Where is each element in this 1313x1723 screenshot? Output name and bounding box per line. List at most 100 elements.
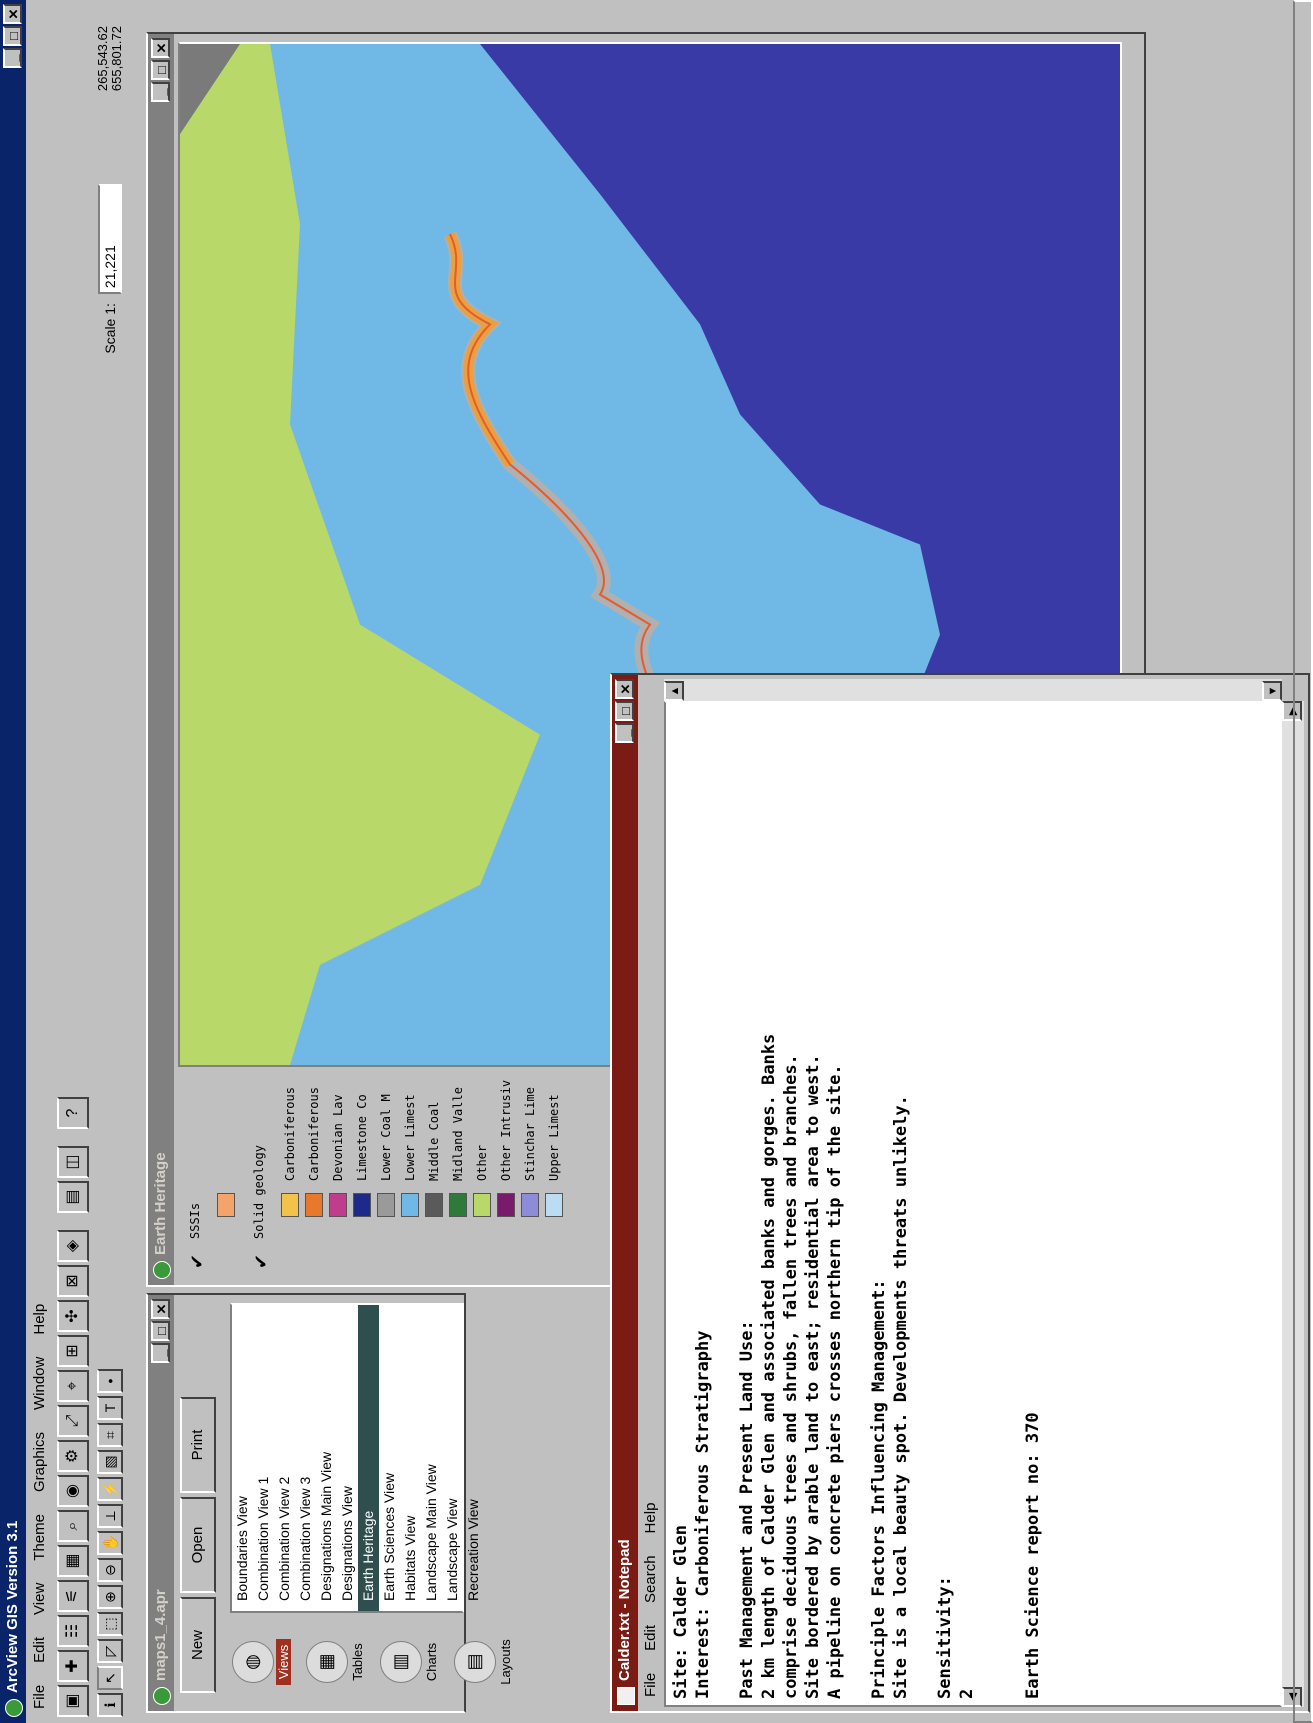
notepad-restore-button[interactable]: □ xyxy=(615,701,634,721)
text-line: comprise deciduous trees and shrubs, fal… xyxy=(781,1054,801,1699)
notepad-text-area[interactable]: Site: Calder Glen Interest: Carboniferous… xyxy=(664,701,1282,1707)
theme-visibility-checkbox[interactable]: ✔ xyxy=(251,1251,271,1269)
new-button[interactable]: New xyxy=(180,1597,216,1693)
list-item[interactable]: Earth Sciences View xyxy=(379,1305,400,1611)
zoom-out-fixed-icon[interactable]: ⊠ xyxy=(57,1265,89,1297)
legend-item: Stinchar Lime xyxy=(518,1071,542,1279)
edit-legend-icon[interactable]: ⚟ xyxy=(57,1580,89,1612)
project-restore-button[interactable]: □ xyxy=(151,1321,170,1341)
measure-icon[interactable]: ⟂ xyxy=(97,1504,123,1528)
vertex-edit-icon[interactable]: ◸ xyxy=(97,1639,123,1663)
notepad-menu-file[interactable]: File xyxy=(639,1673,663,1697)
zoom-to-extent-icon[interactable]: ⤢ xyxy=(57,1405,89,1437)
doc-type-views[interactable]: ◍ Views xyxy=(232,1619,302,1705)
open-button[interactable]: Open xyxy=(180,1497,216,1593)
find-icon[interactable]: ⌕ xyxy=(57,1510,89,1542)
area-of-interest-icon[interactable]: ▧ xyxy=(97,1450,123,1474)
list-item[interactable]: Landscape Main View xyxy=(421,1305,442,1611)
project-minimize-button[interactable]: _ xyxy=(151,1343,170,1363)
app-menubar: File Edit View Theme Graphics Window Hel… xyxy=(28,0,52,1723)
notepad-menu-edit[interactable]: Edit xyxy=(639,1625,663,1651)
theme-sssis[interactable]: ✔ SSSIs xyxy=(184,1071,214,1279)
menu-graphics[interactable]: Graphics xyxy=(28,1432,52,1492)
app-title: ArcView GIS Version 3.1 xyxy=(4,1520,21,1693)
select-by-theme-icon[interactable]: ▤ xyxy=(57,1181,89,1213)
menu-file[interactable]: File xyxy=(28,1685,52,1709)
doc-type-charts[interactable]: ▥ Charts xyxy=(380,1619,450,1705)
list-item[interactable]: Combination View 3 xyxy=(295,1305,316,1611)
pan-icon[interactable]: ✋ xyxy=(97,1531,123,1555)
text-line: Past Management and Present Land Use: xyxy=(737,1320,757,1699)
list-item[interactable]: Designations Main View xyxy=(316,1305,337,1611)
app-titlebar: ArcView GIS Version 3.1 _ □ ✕ xyxy=(0,0,26,1723)
zoom-to-selected-icon[interactable]: ⊞ xyxy=(57,1335,89,1367)
legend-item: Upper Limest xyxy=(542,1071,566,1279)
view-minimize-button[interactable]: _ xyxy=(151,82,170,102)
list-item-selected[interactable]: Earth Heritage xyxy=(358,1305,379,1611)
menu-window[interactable]: Window xyxy=(28,1357,52,1410)
add-theme-icon[interactable]: ✚ xyxy=(57,1650,89,1682)
hotlink-icon[interactable]: ⚡ xyxy=(97,1477,123,1501)
list-item[interactable]: Landscape View xyxy=(442,1305,463,1611)
view-globe-icon xyxy=(153,1261,171,1279)
notepad-close-button[interactable]: ✕ xyxy=(615,679,634,699)
identify-icon[interactable]: ℹ xyxy=(97,1693,123,1717)
text-line: A pipeline on concrete piers crosses nor… xyxy=(825,1064,845,1699)
label-icon[interactable]: ⌗ xyxy=(97,1423,123,1447)
list-item[interactable]: Habitats View xyxy=(400,1305,421,1611)
layout-icon[interactable]: ◫ xyxy=(57,1146,89,1178)
legend-label: Middle Coal xyxy=(427,1101,441,1181)
draw-tool-icon[interactable]: • xyxy=(97,1369,123,1393)
menu-help[interactable]: Help xyxy=(28,1304,52,1335)
legend-label: Lower Coal M xyxy=(379,1094,393,1181)
legend-swatch xyxy=(449,1193,467,1217)
legend-swatch xyxy=(281,1193,299,1217)
view-restore-button[interactable]: □ xyxy=(151,60,170,80)
text-line: Site is a local beauty spot. Development… xyxy=(891,1095,911,1699)
app-caption-buttons: _ □ ✕ xyxy=(3,4,22,68)
open-table-icon[interactable]: ▦ xyxy=(57,1545,89,1577)
pointer-icon[interactable]: ↖ xyxy=(97,1666,123,1690)
project-close-button[interactable]: ✕ xyxy=(151,1299,170,1319)
doc-type-layouts[interactable]: ▤ Layouts xyxy=(454,1619,524,1705)
doc-type-tables[interactable]: ▦ Tables xyxy=(306,1619,376,1705)
list-item[interactable]: Boundaries View xyxy=(232,1305,253,1611)
zoom-out-icon[interactable]: ⊖ xyxy=(97,1558,123,1582)
list-item[interactable]: Combination View 2 xyxy=(274,1305,295,1611)
query-builder-icon[interactable]: ⚙ xyxy=(57,1440,89,1472)
zoom-in-fixed-icon[interactable]: ✣ xyxy=(57,1300,89,1332)
zoom-previous-icon[interactable]: ◈ xyxy=(57,1230,89,1262)
list-item[interactable]: Combination View 1 xyxy=(253,1305,274,1611)
menu-view[interactable]: View xyxy=(28,1583,52,1615)
list-item[interactable]: Recreation View xyxy=(463,1305,484,1611)
restore-button[interactable]: □ xyxy=(3,26,22,46)
locate-icon[interactable]: ◉ xyxy=(57,1475,89,1507)
save-project-icon[interactable]: ▣ xyxy=(57,1685,89,1717)
view-close-button[interactable]: ✕ xyxy=(151,38,170,58)
notepad-minimize-button[interactable]: _ xyxy=(615,723,634,743)
theme-visibility-checkbox[interactable]: ✔ xyxy=(187,1251,207,1269)
zoom-in-icon[interactable]: ⊕ xyxy=(97,1585,123,1609)
notepad-menu-search[interactable]: Search xyxy=(639,1555,663,1603)
theme-properties-icon[interactable]: ☷ xyxy=(57,1615,89,1647)
text-tool-icon[interactable]: T xyxy=(97,1396,123,1420)
chart-icon: ▥ xyxy=(380,1641,422,1683)
select-feature-icon[interactable]: ⬚ xyxy=(97,1612,123,1636)
scroll-up-icon[interactable]: ▲ xyxy=(664,681,684,701)
notepad-menu-help[interactable]: Help xyxy=(639,1503,663,1534)
list-item[interactable]: Designations View xyxy=(337,1305,358,1611)
doc-type-label: Layouts xyxy=(498,1639,513,1685)
print-button[interactable]: Print xyxy=(180,1397,216,1493)
menu-theme[interactable]: Theme xyxy=(28,1514,52,1561)
text-line: Site bordered by arable land to east; re… xyxy=(803,1054,823,1699)
theme-solid-geology[interactable]: ✔ Solid geology xyxy=(248,1071,278,1279)
help-pointer-icon[interactable]: ? xyxy=(57,1097,89,1129)
close-button[interactable]: ✕ xyxy=(3,4,22,24)
menu-edit[interactable]: Edit xyxy=(28,1637,52,1663)
scale-input[interactable]: 21,221 xyxy=(98,184,122,295)
scroll-down-icon[interactable]: ▼ xyxy=(1262,681,1282,701)
vertical-scrollbar[interactable]: ▲ ▼ xyxy=(664,679,1282,701)
zoom-to-themes-icon[interactable]: ⌖ xyxy=(57,1370,89,1402)
legend-item: Lower Limest xyxy=(398,1071,422,1279)
minimize-button[interactable]: _ xyxy=(3,48,22,68)
